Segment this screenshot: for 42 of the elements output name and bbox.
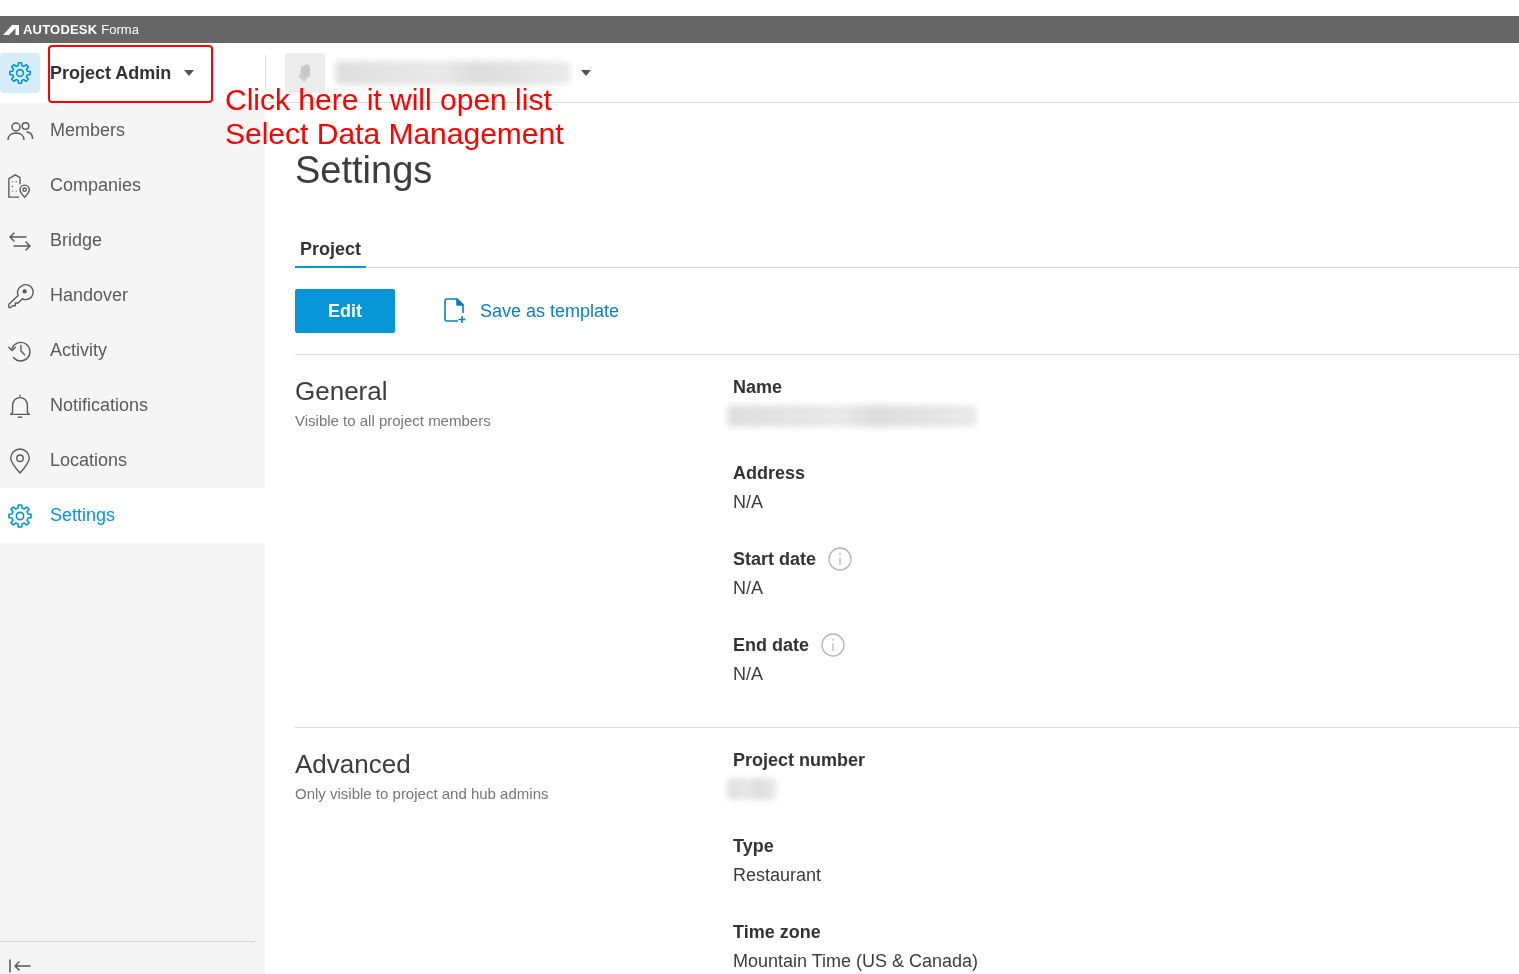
annotation-text: Click here it will open list — [225, 83, 553, 117]
section-heading: Advanced — [295, 748, 411, 780]
save-as-template-link[interactable]: Save as template — [443, 298, 620, 324]
settings-icon — [6, 502, 34, 529]
caret-icon — [581, 69, 591, 76]
section-description: Only visible to project and hub admins — [295, 784, 549, 804]
sidebar-item[interactable]: Settings — [0, 488, 265, 543]
field-label: Time zone — [733, 921, 821, 944]
sidebar-item[interactable]: Handover — [0, 268, 265, 323]
field-label: End date — [733, 634, 809, 657]
field-label: Name — [733, 376, 783, 399]
product-name: Forma — [101, 22, 139, 37]
sidebar-item[interactable]: Locations — [0, 433, 265, 488]
field-value: N/A — [733, 491, 763, 513]
edit-button[interactable]: Edit — [295, 289, 395, 333]
collapse-sidebar-button[interactable] — [9, 959, 31, 973]
sidebar-item[interactable]: Bridge — [0, 213, 265, 268]
key-icon — [6, 282, 34, 309]
gear-icon — [0, 53, 40, 93]
field-value: N/A — [733, 663, 763, 685]
info-icon[interactable] — [828, 547, 853, 571]
field-value: Restaurant — [733, 864, 822, 886]
brand-name: AUTODESK — [23, 22, 98, 37]
field-label: Address — [733, 462, 806, 485]
field-label: Start date — [733, 548, 817, 571]
field-label: Project number — [733, 749, 866, 772]
info-icon[interactable] — [821, 633, 845, 657]
field-value: Mountain Time (US & Canada) — [733, 950, 979, 972]
document-plus-icon — [443, 298, 467, 324]
section-description: Visible to all project members — [295, 411, 491, 431]
caret-icon — [184, 70, 195, 76]
tab[interactable]: Project — [295, 232, 367, 268]
collapse-icon — [9, 959, 31, 973]
sidebar-item[interactable]: Companies — [0, 158, 265, 213]
page-title: Settings — [295, 149, 433, 193]
field-label: Type — [733, 835, 774, 858]
sidebar-item[interactable]: Activity — [0, 323, 265, 378]
module-dropdown[interactable]: Project Admin — [50, 62, 195, 84]
logo-icon — [3, 24, 19, 35]
field-value: N/A — [733, 577, 763, 599]
sidebar-item[interactable]: Notifications — [0, 378, 265, 433]
section-heading: General — [295, 375, 388, 407]
